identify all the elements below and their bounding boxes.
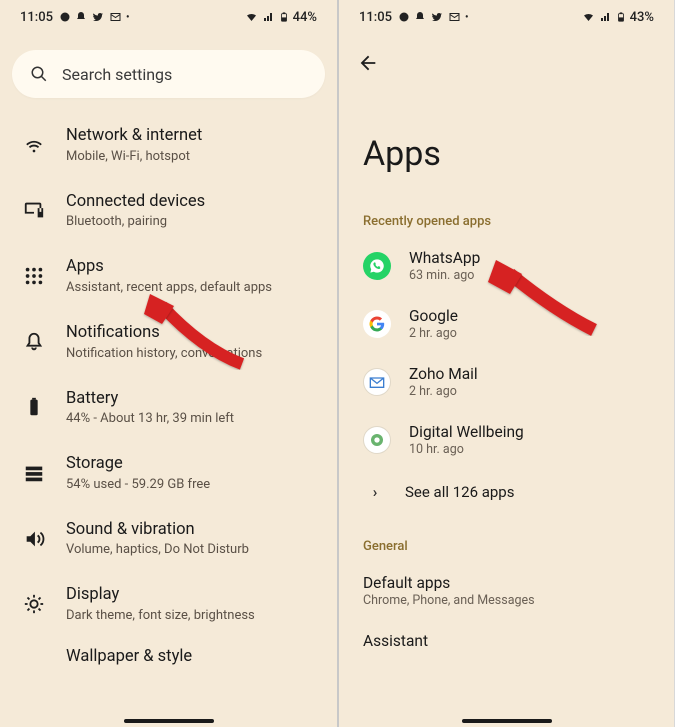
battery-icon <box>616 10 626 24</box>
sound-icon <box>22 527 46 551</box>
twitter-icon <box>91 11 105 23</box>
settings-item-connected[interactable]: Connected devices Bluetooth, pairing <box>0 178 337 244</box>
general-default-apps[interactable]: Default apps Chrome, Phone, and Messages <box>339 562 674 620</box>
item-title: Notifications <box>66 323 317 344</box>
item-title: Network & internet <box>66 126 317 147</box>
item-title: Wallpaper & style <box>66 647 317 668</box>
status-time: 11:05 <box>20 10 53 25</box>
section-recent-label: Recently opened apps <box>339 204 674 237</box>
see-all-label: See all 126 apps <box>405 483 514 501</box>
more-icon: • <box>465 12 469 23</box>
nav-handle[interactable] <box>124 719 214 723</box>
status-time: 11:05 <box>359 10 392 25</box>
general-assistant[interactable]: Assistant <box>339 620 674 650</box>
search-settings[interactable]: Search settings <box>12 50 325 98</box>
app-sub: 10 hr. ago <box>409 442 650 457</box>
whatsapp-icon <box>363 252 391 280</box>
battery-percent: 44% <box>293 10 317 25</box>
wifi-icon <box>244 11 259 23</box>
item-sub: Chrome, Phone, and Messages <box>363 593 650 608</box>
app-sub: 2 hr. ago <box>409 326 650 341</box>
bell-icon <box>414 11 426 23</box>
search-icon <box>30 65 48 83</box>
settings-item-network[interactable]: Network & internet Mobile, Wi-Fi, hotspo… <box>0 112 337 178</box>
storage-icon <box>22 461 46 485</box>
status-notification-icons: • <box>398 11 469 23</box>
signal-icon <box>263 11 275 23</box>
zoho-mail-icon <box>363 368 391 396</box>
item-sub: 44% - About 13 hr, 39 min left <box>66 411 317 426</box>
bell-outline-icon <box>22 330 46 354</box>
app-name: Zoho Mail <box>409 365 650 383</box>
item-title: Storage <box>66 454 317 475</box>
item-title: Default apps <box>363 574 650 592</box>
app-row-zoho[interactable]: Zoho Mail 2 hr. ago <box>339 353 674 411</box>
see-all-apps[interactable]: › See all 126 apps <box>339 469 674 515</box>
status-notification-icons: • <box>59 11 130 23</box>
status-bar: 11:05 • 44% <box>0 0 337 34</box>
app-name: WhatsApp <box>409 249 650 267</box>
app-sub: 63 min. ago <box>409 268 650 283</box>
item-sub: Mobile, Wi-Fi, hotspot <box>66 149 317 164</box>
item-title: Sound & vibration <box>66 520 317 541</box>
signal-icon <box>600 11 612 23</box>
item-title: Display <box>66 585 317 606</box>
item-sub: Notification history, conversations <box>66 346 317 361</box>
app-name: Google <box>409 307 650 325</box>
battery-icon <box>279 10 289 24</box>
item-title: Assistant <box>363 632 650 650</box>
battery-icon <box>22 395 46 419</box>
search-placeholder: Search settings <box>62 65 172 84</box>
app-notif-icon <box>59 11 71 23</box>
brightness-icon <box>22 592 46 616</box>
digital-wellbeing-icon <box>363 426 391 454</box>
item-sub: Bluetooth, pairing <box>66 214 317 229</box>
settings-item-display[interactable]: Display Dark theme, font size, brightnes… <box>0 571 337 637</box>
item-title: Apps <box>66 257 317 278</box>
google-icon <box>363 310 391 338</box>
app-name: Digital Wellbeing <box>409 423 650 441</box>
app-row-whatsapp[interactable]: WhatsApp 63 min. ago <box>339 237 674 295</box>
back-button[interactable] <box>339 34 674 78</box>
apps-screen: 11:05 • 43% Apps Recently opened apps Wh… <box>337 0 674 727</box>
item-sub: Dark theme, font size, brightness <box>66 608 317 623</box>
item-title: Battery <box>66 389 317 410</box>
settings-item-wallpaper[interactable]: Wallpaper & style <box>0 637 337 669</box>
back-arrow-icon <box>357 52 379 74</box>
item-sub: Assistant, recent apps, default apps <box>66 280 317 295</box>
wifi-icon <box>581 11 596 23</box>
section-general-label: General <box>339 529 674 562</box>
settings-item-apps[interactable]: Apps Assistant, recent apps, default app… <box>0 243 337 309</box>
battery-percent: 43% <box>630 10 654 25</box>
chevron-right-icon: › <box>363 483 387 501</box>
palette-icon <box>22 645 46 669</box>
page-title: Apps <box>339 78 674 204</box>
mail-icon <box>448 11 461 23</box>
devices-icon <box>22 198 46 222</box>
settings-item-sound[interactable]: Sound & vibration Volume, haptics, Do No… <box>0 506 337 572</box>
settings-item-notifications[interactable]: Notifications Notification history, conv… <box>0 309 337 375</box>
settings-list: Network & internet Mobile, Wi-Fi, hotspo… <box>0 108 337 673</box>
item-sub: 54% used - 59.29 GB free <box>66 477 317 492</box>
more-icon: • <box>126 12 130 23</box>
nav-handle[interactable] <box>462 719 552 723</box>
settings-screen: 11:05 • 44% Search settings Network & in… <box>0 0 337 727</box>
settings-item-battery[interactable]: Battery 44% - About 13 hr, 39 min left <box>0 375 337 441</box>
status-bar: 11:05 • 43% <box>339 0 674 34</box>
wifi-icon <box>22 133 46 157</box>
app-notif-icon <box>398 11 410 23</box>
mail-icon <box>109 11 122 23</box>
settings-item-storage[interactable]: Storage 54% used - 59.29 GB free <box>0 440 337 506</box>
app-row-digital-wellbeing[interactable]: Digital Wellbeing 10 hr. ago <box>339 411 674 469</box>
bell-icon <box>75 11 87 23</box>
item-title: Connected devices <box>66 192 317 213</box>
twitter-icon <box>430 11 444 23</box>
app-sub: 2 hr. ago <box>409 384 650 399</box>
item-sub: Volume, haptics, Do Not Disturb <box>66 542 317 557</box>
app-row-google[interactable]: Google 2 hr. ago <box>339 295 674 353</box>
apps-grid-icon <box>22 264 46 288</box>
